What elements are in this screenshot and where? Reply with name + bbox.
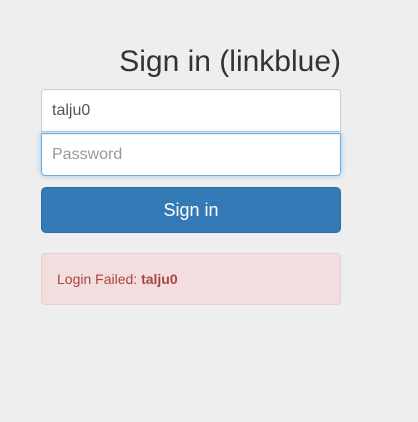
alert-username: talju0 [141, 271, 178, 287]
alert-message: Login Failed: [57, 271, 142, 287]
login-page: Sign in (linkblue) Sign in Login Failed:… [0, 0, 418, 422]
login-failed-alert: Login Failed: talju0 [41, 253, 341, 305]
signin-heading: Sign in (linkblue) [119, 45, 341, 78]
password-input[interactable] [41, 133, 341, 176]
signin-button[interactable]: Sign in [41, 187, 341, 233]
username-input[interactable] [41, 89, 341, 132]
